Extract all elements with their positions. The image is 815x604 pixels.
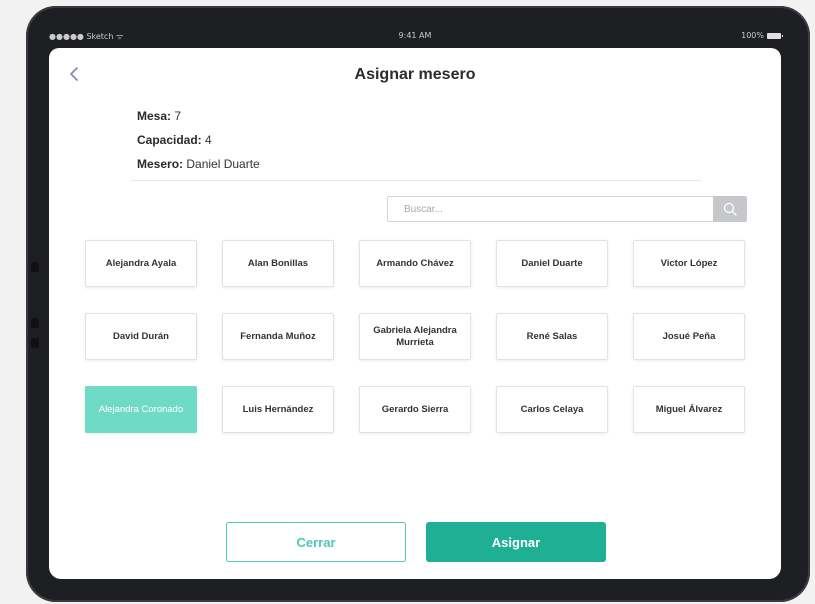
status-bar: ●●●●● Sketch ᯤ 9:41 AM 100% [49, 26, 783, 46]
mesero-value: Daniel Duarte [183, 157, 260, 171]
battery-label: 100% [741, 31, 764, 40]
search-icon [723, 202, 737, 216]
page-title: Asignar mesero [354, 66, 476, 83]
mesa-value: 7 [171, 109, 182, 123]
battery-indicator: 100% [741, 31, 783, 40]
side-button [31, 338, 39, 348]
battery-icon [767, 32, 783, 39]
waiter-card[interactable]: Miguel Álvarez [633, 386, 745, 433]
side-button [31, 262, 39, 272]
mesero-label: Mesero: [137, 157, 184, 171]
close-button[interactable]: Cerrar [226, 522, 406, 562]
waiter-card[interactable]: Carlos Celaya [496, 386, 608, 433]
capacidad-row: Capacidad: 4 [137, 128, 260, 152]
waiter-card[interactable]: Armando Chávez [359, 240, 471, 287]
capacidad-label: Capacidad: [137, 133, 202, 147]
waiter-card[interactable]: Luis Hernández [222, 386, 334, 433]
divider [131, 180, 701, 181]
search-button[interactable] [713, 196, 747, 222]
search-bar [387, 196, 747, 222]
search-input[interactable] [387, 196, 713, 222]
waiter-card[interactable]: Josué Peña [633, 313, 745, 360]
waiter-card[interactable]: Gabriela Alejandra Murrieta [359, 313, 471, 360]
modal-screen: Asignar mesero Mesa: 7 Capacidad: 4 Mese… [49, 48, 781, 579]
waiter-card[interactable]: Victor López [633, 240, 745, 287]
waiter-grid: Alejandra Ayala Alan Bonillas Armando Cháv… [85, 240, 745, 433]
waiter-card[interactable]: Daniel Duarte [496, 240, 608, 287]
waiter-card[interactable]: Gerardo Sierra [359, 386, 471, 433]
table-info: Mesa: 7 Capacidad: 4 Mesero: Daniel Duar… [137, 104, 260, 176]
capacidad-value: 4 [201, 133, 212, 147]
waiter-card[interactable]: Alan Bonillas [222, 240, 334, 287]
waiter-card[interactable]: David Durán [85, 313, 197, 360]
waiter-card[interactable]: Fernanda Muñoz [222, 313, 334, 360]
mesa-label: Mesa: [137, 109, 172, 123]
waiter-card[interactable]: René Salas [496, 313, 608, 360]
assign-button[interactable]: Asignar [426, 522, 606, 562]
mesero-row: Mesero: Daniel Duarte [137, 152, 260, 176]
waiter-card[interactable]: Alejandra Coronado [85, 386, 197, 433]
clock: 9:41 AM [398, 31, 432, 40]
side-button [31, 318, 39, 328]
waiter-card[interactable]: Alejandra Ayala [85, 240, 197, 287]
mesa-row: Mesa: 7 [137, 104, 260, 128]
